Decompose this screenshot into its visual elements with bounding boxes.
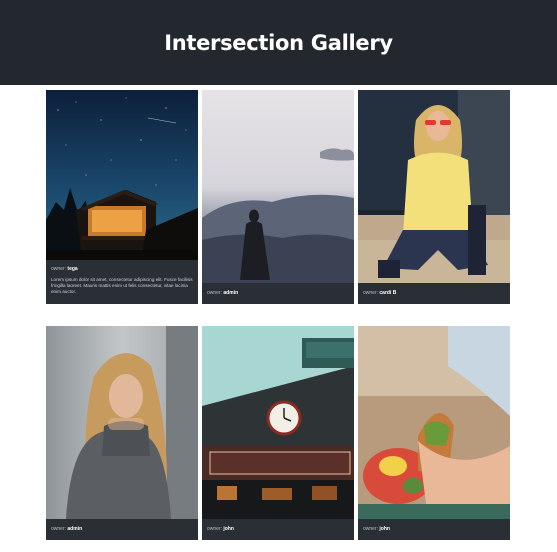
card-caption: owner: john: [358, 519, 510, 540]
owner-name: admin: [223, 290, 239, 296]
owner-name: john: [223, 526, 234, 532]
card-owner: owner: cardi B: [363, 290, 396, 296]
owner-label: owner:: [51, 266, 67, 272]
gallery-card[interactable]: owner: john: [202, 326, 354, 540]
owner-label: owner:: [51, 526, 67, 532]
card-owner: owner: admin: [207, 290, 238, 296]
card-caption: owner: admin: [202, 283, 354, 304]
owner-name: john: [379, 526, 390, 532]
gallery-image-public-market-sign[interactable]: [202, 326, 354, 519]
card-owner: owner: john: [363, 526, 390, 532]
gallery-card[interactable]: owner: admin: [46, 326, 198, 540]
gallery-image-night-sky-cabin[interactable]: [46, 90, 198, 260]
gallery-image-woman-yellow-sweater[interactable]: [358, 90, 510, 283]
card-caption: owner: john: [202, 519, 354, 540]
gallery-card[interactable]: owner: admin: [202, 90, 354, 304]
owner-name: tega: [67, 266, 78, 272]
owner-label: owner:: [207, 290, 223, 296]
page-title: Intersection Gallery: [164, 30, 393, 55]
owner-label: owner:: [363, 526, 379, 532]
gallery-card[interactable]: owner: tega Lorem ipsum dolor sit amet, …: [46, 90, 198, 304]
card-description: Lorem ipsum dolor sit amet, consectetur …: [51, 277, 193, 294]
card-owner: owner: tega: [51, 266, 78, 272]
card-caption: owner: cardi B: [358, 283, 510, 304]
card-owner: owner: john: [207, 526, 234, 532]
gallery-image-silhouette-clouds[interactable]: [202, 90, 354, 283]
card-caption: owner: tega Lorem ipsum dolor sit amet, …: [46, 260, 198, 304]
card-caption: owner: admin: [46, 519, 198, 540]
card-owner: owner: admin: [51, 526, 82, 532]
owner-name: admin: [67, 526, 83, 532]
owner-name: cardi B: [379, 290, 397, 296]
gallery-image-picnic-sandwich[interactable]: [358, 326, 510, 519]
owner-label: owner:: [363, 290, 379, 296]
gallery-card[interactable]: owner: cardi B: [358, 90, 510, 304]
owner-label: owner:: [207, 526, 223, 532]
gallery-image-woman-grey-sweater[interactable]: [46, 326, 198, 519]
gallery-card[interactable]: owner: john: [358, 326, 510, 540]
page-header: Intersection Gallery: [0, 0, 557, 85]
